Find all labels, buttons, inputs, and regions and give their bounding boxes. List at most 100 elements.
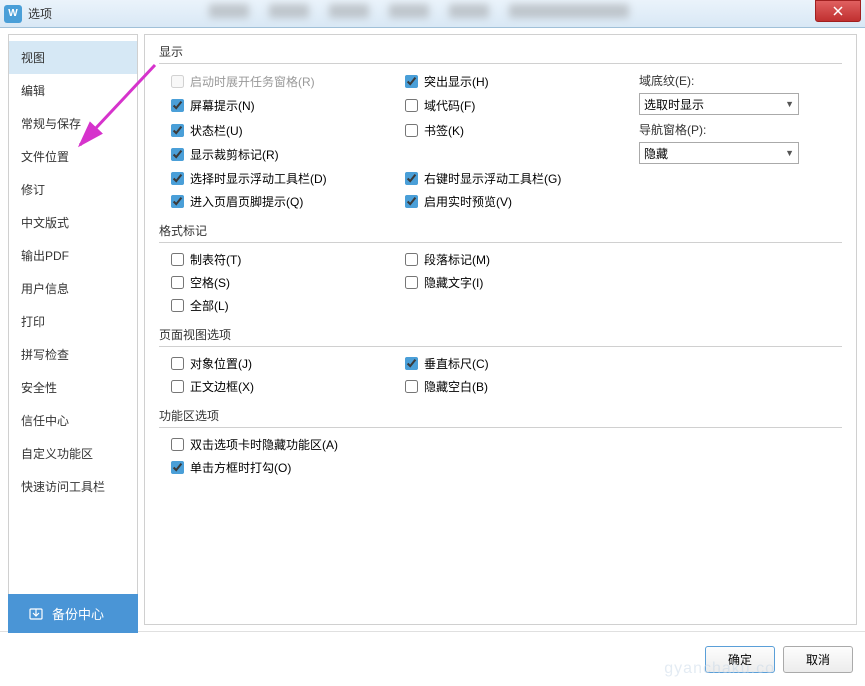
checkbox-label: 空格(S): [190, 274, 230, 291]
checkbox-input[interactable]: [171, 253, 184, 266]
checkbox-hide-whitespace[interactable]: 隐藏空白(B): [405, 378, 842, 395]
dropdown-nav-pane[interactable]: 隐藏 ▼: [639, 142, 799, 164]
dialog-body: 视图编辑常规与保存文件位置修订中文版式输出PDF用户信息打印拼写检查安全性信任中…: [0, 28, 865, 631]
sidebar-item-9[interactable]: 拼写检查: [9, 338, 137, 371]
checkbox-input[interactable]: [405, 195, 418, 208]
checkbox-input[interactable]: [405, 253, 418, 266]
sidebar-item-6[interactable]: 输出PDF: [9, 239, 137, 272]
section-title-ribbon: 功能区选项: [159, 407, 842, 424]
dropdown-label: 导航窗格(P):: [639, 121, 842, 138]
checkbox-label: 突出显示(H): [424, 73, 489, 90]
content-panel: 显示 启动时展开任务窗格(R) 突出显示(H) 域底纹(E): 选取时显示 ▼: [144, 34, 857, 625]
checkbox-crop-marks[interactable]: 显示裁剪标记(R): [171, 146, 401, 165]
sidebar-item-0[interactable]: 视图: [9, 41, 137, 74]
ok-button[interactable]: 确定: [705, 646, 775, 673]
checkbox-input[interactable]: [405, 380, 418, 393]
checkbox-startup-taskpane: 启动时展开任务窗格(R): [171, 72, 401, 91]
sidebar-item-11[interactable]: 信任中心: [9, 404, 137, 437]
sidebar-item-8[interactable]: 打印: [9, 305, 137, 338]
section-title-page-view: 页面视图选项: [159, 326, 842, 343]
checkbox-label: 选择时显示浮动工具栏(D): [190, 170, 327, 187]
checkbox-hidden-text[interactable]: 隐藏文字(I): [405, 274, 842, 291]
dropdown-value: 选取时显示: [644, 96, 704, 113]
checkbox-field-codes[interactable]: 域代码(F): [405, 97, 635, 116]
sidebar-item-5[interactable]: 中文版式: [9, 206, 137, 239]
sidebar-item-2[interactable]: 常规与保存: [9, 107, 137, 140]
backup-label: 备份中心: [52, 604, 104, 623]
checkbox-input: [171, 75, 184, 88]
dropdown-label: 域底纹(E):: [639, 72, 842, 89]
checkbox-bookmarks[interactable]: 书签(K): [405, 121, 635, 140]
sidebar-item-13[interactable]: 快速访问工具栏: [9, 470, 137, 503]
page-view-grid: 对象位置(J) 垂直标尺(C) 正文边框(X) 隐藏空白(B): [159, 355, 842, 395]
checkbox-input[interactable]: [171, 461, 184, 474]
checkbox-input[interactable]: [171, 124, 184, 137]
backup-center-button[interactable]: 备份中心: [8, 594, 138, 633]
checkbox-vertical-ruler[interactable]: 垂直标尺(C): [405, 355, 842, 372]
checkbox-label: 隐藏文字(I): [424, 274, 483, 291]
checkbox-text-boundaries[interactable]: 正文边框(X): [171, 378, 401, 395]
checkbox-input[interactable]: [171, 380, 184, 393]
checkbox-input[interactable]: [405, 124, 418, 137]
checkbox-label: 启用实时预览(V): [424, 193, 512, 210]
checkbox-label: 进入页眉页脚提示(Q): [190, 193, 303, 210]
checkbox-realtime-preview[interactable]: 启用实时预览(V): [405, 193, 635, 210]
display-grid: 启动时展开任务窗格(R) 突出显示(H) 域底纹(E): 选取时显示 ▼ 屏幕提…: [159, 72, 842, 210]
checkbox-floating-toolbar-right[interactable]: 右键时显示浮动工具栏(G): [405, 170, 635, 187]
checkbox-label: 启动时展开任务窗格(R): [190, 73, 315, 90]
checkbox-tabs[interactable]: 制表符(T): [171, 251, 401, 268]
checkbox-label: 屏幕提示(N): [190, 97, 255, 114]
checkbox-header-footer-tip[interactable]: 进入页眉页脚提示(Q): [171, 193, 401, 210]
checkbox-input[interactable]: [405, 276, 418, 289]
checkbox-input[interactable]: [171, 99, 184, 112]
checkbox-input[interactable]: [405, 75, 418, 88]
divider: [159, 346, 842, 347]
checkbox-all[interactable]: 全部(L): [171, 297, 401, 314]
checkbox-label: 隐藏空白(B): [424, 378, 488, 395]
app-icon: W: [4, 5, 22, 23]
checkbox-screen-tips[interactable]: 屏幕提示(N): [171, 97, 401, 116]
checkbox-paragraph-marks[interactable]: 段落标记(M): [405, 251, 842, 268]
checkbox-label: 全部(L): [190, 297, 229, 314]
ribbon-grid: 双击选项卡时隐藏功能区(A) 单击方框时打勾(O): [159, 436, 842, 476]
checkbox-input[interactable]: [171, 148, 184, 161]
checkbox-input[interactable]: [405, 357, 418, 370]
format-marks-grid: 制表符(T) 段落标记(M) 空格(S) 隐藏文字(I) 全部(L): [159, 251, 842, 314]
checkbox-floating-toolbar-select[interactable]: 选择时显示浮动工具栏(D): [171, 170, 401, 187]
titlebar: W 选项: [0, 0, 865, 28]
checkbox-label: 双击选项卡时隐藏功能区(A): [190, 436, 338, 453]
divider: [159, 242, 842, 243]
checkbox-spaces[interactable]: 空格(S): [171, 274, 401, 291]
sidebar-item-7[interactable]: 用户信息: [9, 272, 137, 305]
dropdown-field-shading-group: 域底纹(E): 选取时显示 ▼: [639, 72, 842, 115]
checkbox-input[interactable]: [171, 172, 184, 185]
cancel-button[interactable]: 取消: [783, 646, 853, 673]
footer: 备份中心 确定 取消: [0, 631, 865, 686]
blur-background: [205, 0, 805, 26]
sidebar-item-4[interactable]: 修订: [9, 173, 137, 206]
sidebar-item-12[interactable]: 自定义功能区: [9, 437, 137, 470]
close-button[interactable]: [815, 0, 861, 22]
sidebar-item-1[interactable]: 编辑: [9, 74, 137, 107]
checkbox-input[interactable]: [171, 195, 184, 208]
sidebar-item-3[interactable]: 文件位置: [9, 140, 137, 173]
checkbox-input[interactable]: [171, 357, 184, 370]
checkbox-input[interactable]: [405, 99, 418, 112]
dropdown-nav-pane-group: 导航窗格(P): 隐藏 ▼: [639, 121, 842, 164]
checkbox-single-click-check[interactable]: 单击方框时打勾(O): [171, 459, 842, 476]
checkbox-input[interactable]: [171, 299, 184, 312]
checkbox-highlight[interactable]: 突出显示(H): [405, 72, 635, 91]
dropdown-value: 隐藏: [644, 145, 668, 162]
checkbox-label: 对象位置(J): [190, 355, 252, 372]
checkbox-input[interactable]: [171, 276, 184, 289]
checkbox-input[interactable]: [405, 172, 418, 185]
checkbox-status-bar[interactable]: 状态栏(U): [171, 121, 401, 140]
checkbox-object-position[interactable]: 对象位置(J): [171, 355, 401, 372]
chevron-down-icon: ▼: [785, 99, 794, 109]
dropdown-field-shading[interactable]: 选取时显示 ▼: [639, 93, 799, 115]
checkbox-label: 显示裁剪标记(R): [190, 146, 279, 163]
section-title-display: 显示: [159, 43, 842, 60]
checkbox-input[interactable]: [171, 438, 184, 451]
checkbox-dbl-click-hide[interactable]: 双击选项卡时隐藏功能区(A): [171, 436, 842, 453]
sidebar-item-10[interactable]: 安全性: [9, 371, 137, 404]
